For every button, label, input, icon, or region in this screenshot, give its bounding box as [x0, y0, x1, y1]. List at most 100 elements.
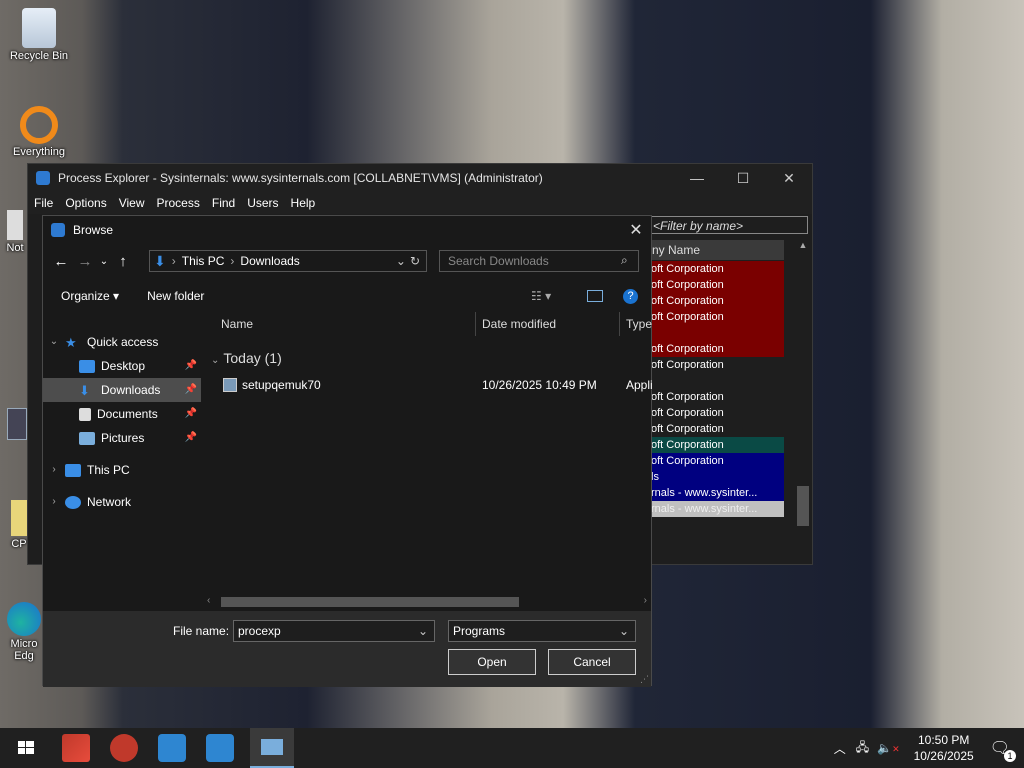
process-row[interactable]: rnals - www.sysinter...	[648, 485, 784, 501]
nav-quick-access[interactable]: ⌄ ★ Quick access	[43, 330, 201, 354]
edge-icon[interactable]: Micro Edg	[4, 602, 44, 662]
pe-titlebar[interactable]: Process Explorer - Sysinternals: www.sys…	[28, 164, 812, 192]
resize-grip-icon[interactable]: ⋰	[640, 674, 649, 685]
process-row[interactable]: oft Corporation	[648, 341, 784, 357]
expand-icon[interactable]: ›	[47, 458, 61, 482]
search-input[interactable]: Search Downloads	[439, 250, 639, 272]
view-options-icon[interactable]: ☷ ▾	[531, 289, 551, 303]
scroll-up-icon[interactable]: ▲	[795, 240, 811, 250]
notification-center-icon[interactable]: 🗨 1	[990, 738, 1016, 762]
chevron-up-icon[interactable]: ︿	[834, 740, 846, 757]
search-icon[interactable]: ⌕	[621, 253, 628, 268]
menu-help[interactable]: Help	[291, 196, 316, 210]
notepad-label: Not	[6, 242, 24, 254]
volume-muted-icon[interactable]: 🔈✕	[877, 741, 900, 755]
column-name[interactable]: Name	[221, 317, 253, 331]
notepad-icon[interactable]: Not	[0, 210, 30, 254]
horizontal-scrollbar[interactable]: ‹ ›	[203, 594, 651, 610]
nav-desktop[interactable]: Desktop 📌	[43, 354, 201, 378]
taskbar-process-explorer-2-icon[interactable]	[206, 734, 234, 762]
back-arrow-icon[interactable]: ←	[49, 253, 73, 270]
nav-pictures[interactable]: Pictures 📌	[43, 426, 201, 450]
recent-dropdown-icon[interactable]: ⌄	[97, 256, 111, 267]
process-row[interactable]: oft Corporation	[648, 405, 784, 421]
breadcrumb-this-pc[interactable]: This PC	[182, 254, 225, 268]
file-name-input[interactable]: procexp ⌄	[233, 620, 435, 642]
process-row[interactable]: oft Corporation	[648, 389, 784, 405]
expand-icon[interactable]: ›	[47, 490, 61, 514]
chevron-down-icon[interactable]: ⌄	[418, 621, 428, 641]
group-header[interactable]: ⌄ Today (1)	[211, 350, 282, 366]
start-windows-icon[interactable]	[12, 734, 40, 762]
forward-arrow-icon[interactable]: →	[73, 253, 97, 270]
file-row[interactable]: setupqemuk70 10/26/2025 10:49 PM Appli	[203, 374, 653, 396]
taskbar-app-gauge-icon[interactable]	[110, 734, 138, 762]
process-row[interactable]: oft Corporation	[648, 453, 784, 469]
column-date-modified[interactable]: Date modified	[482, 317, 556, 331]
refresh-icon[interactable]: ↻	[410, 254, 420, 268]
notification-badge: 1	[1004, 750, 1016, 762]
everything-icon[interactable]: Everything	[4, 106, 74, 158]
computer-icon	[65, 463, 81, 477]
breadcrumb[interactable]: ⬇ › This PC › Downloads ⌄ ↻	[149, 250, 427, 272]
process-row[interactable]: oft Corporation	[648, 437, 784, 453]
process-row[interactable]: oft Corporation	[648, 293, 784, 309]
process-row[interactable]: ls	[648, 469, 784, 485]
process-row[interactable]: oft Corporation	[648, 357, 784, 373]
file-type-select[interactable]: Programs ⌄	[448, 620, 636, 642]
installer-icon	[223, 378, 237, 392]
cancel-button[interactable]: Cancel	[548, 649, 636, 675]
browse-dialog[interactable]: Browse ✕ ← → ⌄ ↑ ⬇ › This PC › Downloads…	[42, 215, 653, 687]
help-icon[interactable]: ?	[623, 288, 638, 304]
process-row[interactable]: oft Corporation	[648, 261, 784, 277]
menu-options[interactable]: Options	[65, 196, 106, 210]
process-row[interactable]	[648, 325, 784, 341]
recycle-bin-icon[interactable]: Recycle Bin	[4, 8, 74, 62]
menu-file[interactable]: File	[34, 196, 53, 210]
process-row[interactable]	[648, 373, 784, 389]
menu-process[interactable]: Process	[157, 196, 200, 210]
network-icon	[65, 495, 81, 509]
menu-view[interactable]: View	[119, 196, 145, 210]
sysinternals-icon[interactable]	[6, 408, 28, 442]
taskbar-process-explorer-icon[interactable]	[158, 734, 186, 762]
column-type[interactable]: Type	[626, 317, 652, 331]
process-row[interactable]: oft Corporation	[648, 309, 784, 325]
pe-scroll-thumb[interactable]	[797, 486, 809, 526]
breadcrumb-downloads[interactable]: Downloads	[240, 254, 299, 268]
process-row[interactable]: rnals - www.sysinter...	[648, 501, 784, 517]
filter-input[interactable]: <Filter by name>	[648, 216, 808, 234]
minimize-icon[interactable]: —	[674, 164, 720, 192]
expand-icon[interactable]: ⌄	[47, 330, 61, 354]
organize-button[interactable]: Organize ▾	[61, 289, 119, 303]
chevron-down-icon[interactable]: ⌄	[396, 254, 406, 268]
taskbar-app-red-icon[interactable]	[62, 734, 90, 762]
process-row[interactable]: oft Corporation	[648, 277, 784, 293]
new-folder-button[interactable]: New folder	[147, 289, 204, 303]
pe-vertical-scrollbar[interactable]: ▲	[795, 240, 811, 540]
close-icon[interactable]: ✕	[621, 220, 651, 240]
nav-documents[interactable]: Documents 📌	[43, 402, 201, 426]
menu-users[interactable]: Users	[247, 196, 278, 210]
process-row[interactable]: oft Corporation	[648, 421, 784, 437]
taskbar-active-window-icon[interactable]	[250, 728, 294, 768]
company-name-column-header[interactable]: ny Name	[648, 240, 784, 260]
menu-find[interactable]: Find	[212, 196, 235, 210]
collapse-icon[interactable]: ⌄	[211, 355, 219, 366]
scroll-right-icon[interactable]: ›	[644, 595, 647, 606]
up-arrow-icon[interactable]: ↑	[111, 253, 135, 270]
maximize-icon[interactable]: ☐	[720, 164, 766, 192]
clock[interactable]: 10:50 PM 10/26/2025	[914, 732, 974, 764]
browse-titlebar[interactable]: Browse ✕	[43, 216, 651, 244]
nav-this-pc[interactable]: › This PC	[43, 458, 201, 482]
nav-network[interactable]: › Network	[43, 490, 201, 514]
close-icon[interactable]: ✕	[766, 164, 812, 192]
scroll-left-icon[interactable]: ‹	[207, 595, 210, 606]
horizontal-scroll-thumb[interactable]	[221, 597, 519, 607]
chevron-down-icon[interactable]: ⌄	[619, 621, 629, 641]
network-status-icon[interactable]: 🖧	[856, 738, 869, 759]
nav-downloads[interactable]: ⬇ Downloads 📌	[43, 378, 201, 402]
open-button[interactable]: Open	[448, 649, 536, 675]
preview-pane-icon[interactable]	[587, 290, 603, 302]
clock-date: 10/26/2025	[913, 749, 974, 763]
